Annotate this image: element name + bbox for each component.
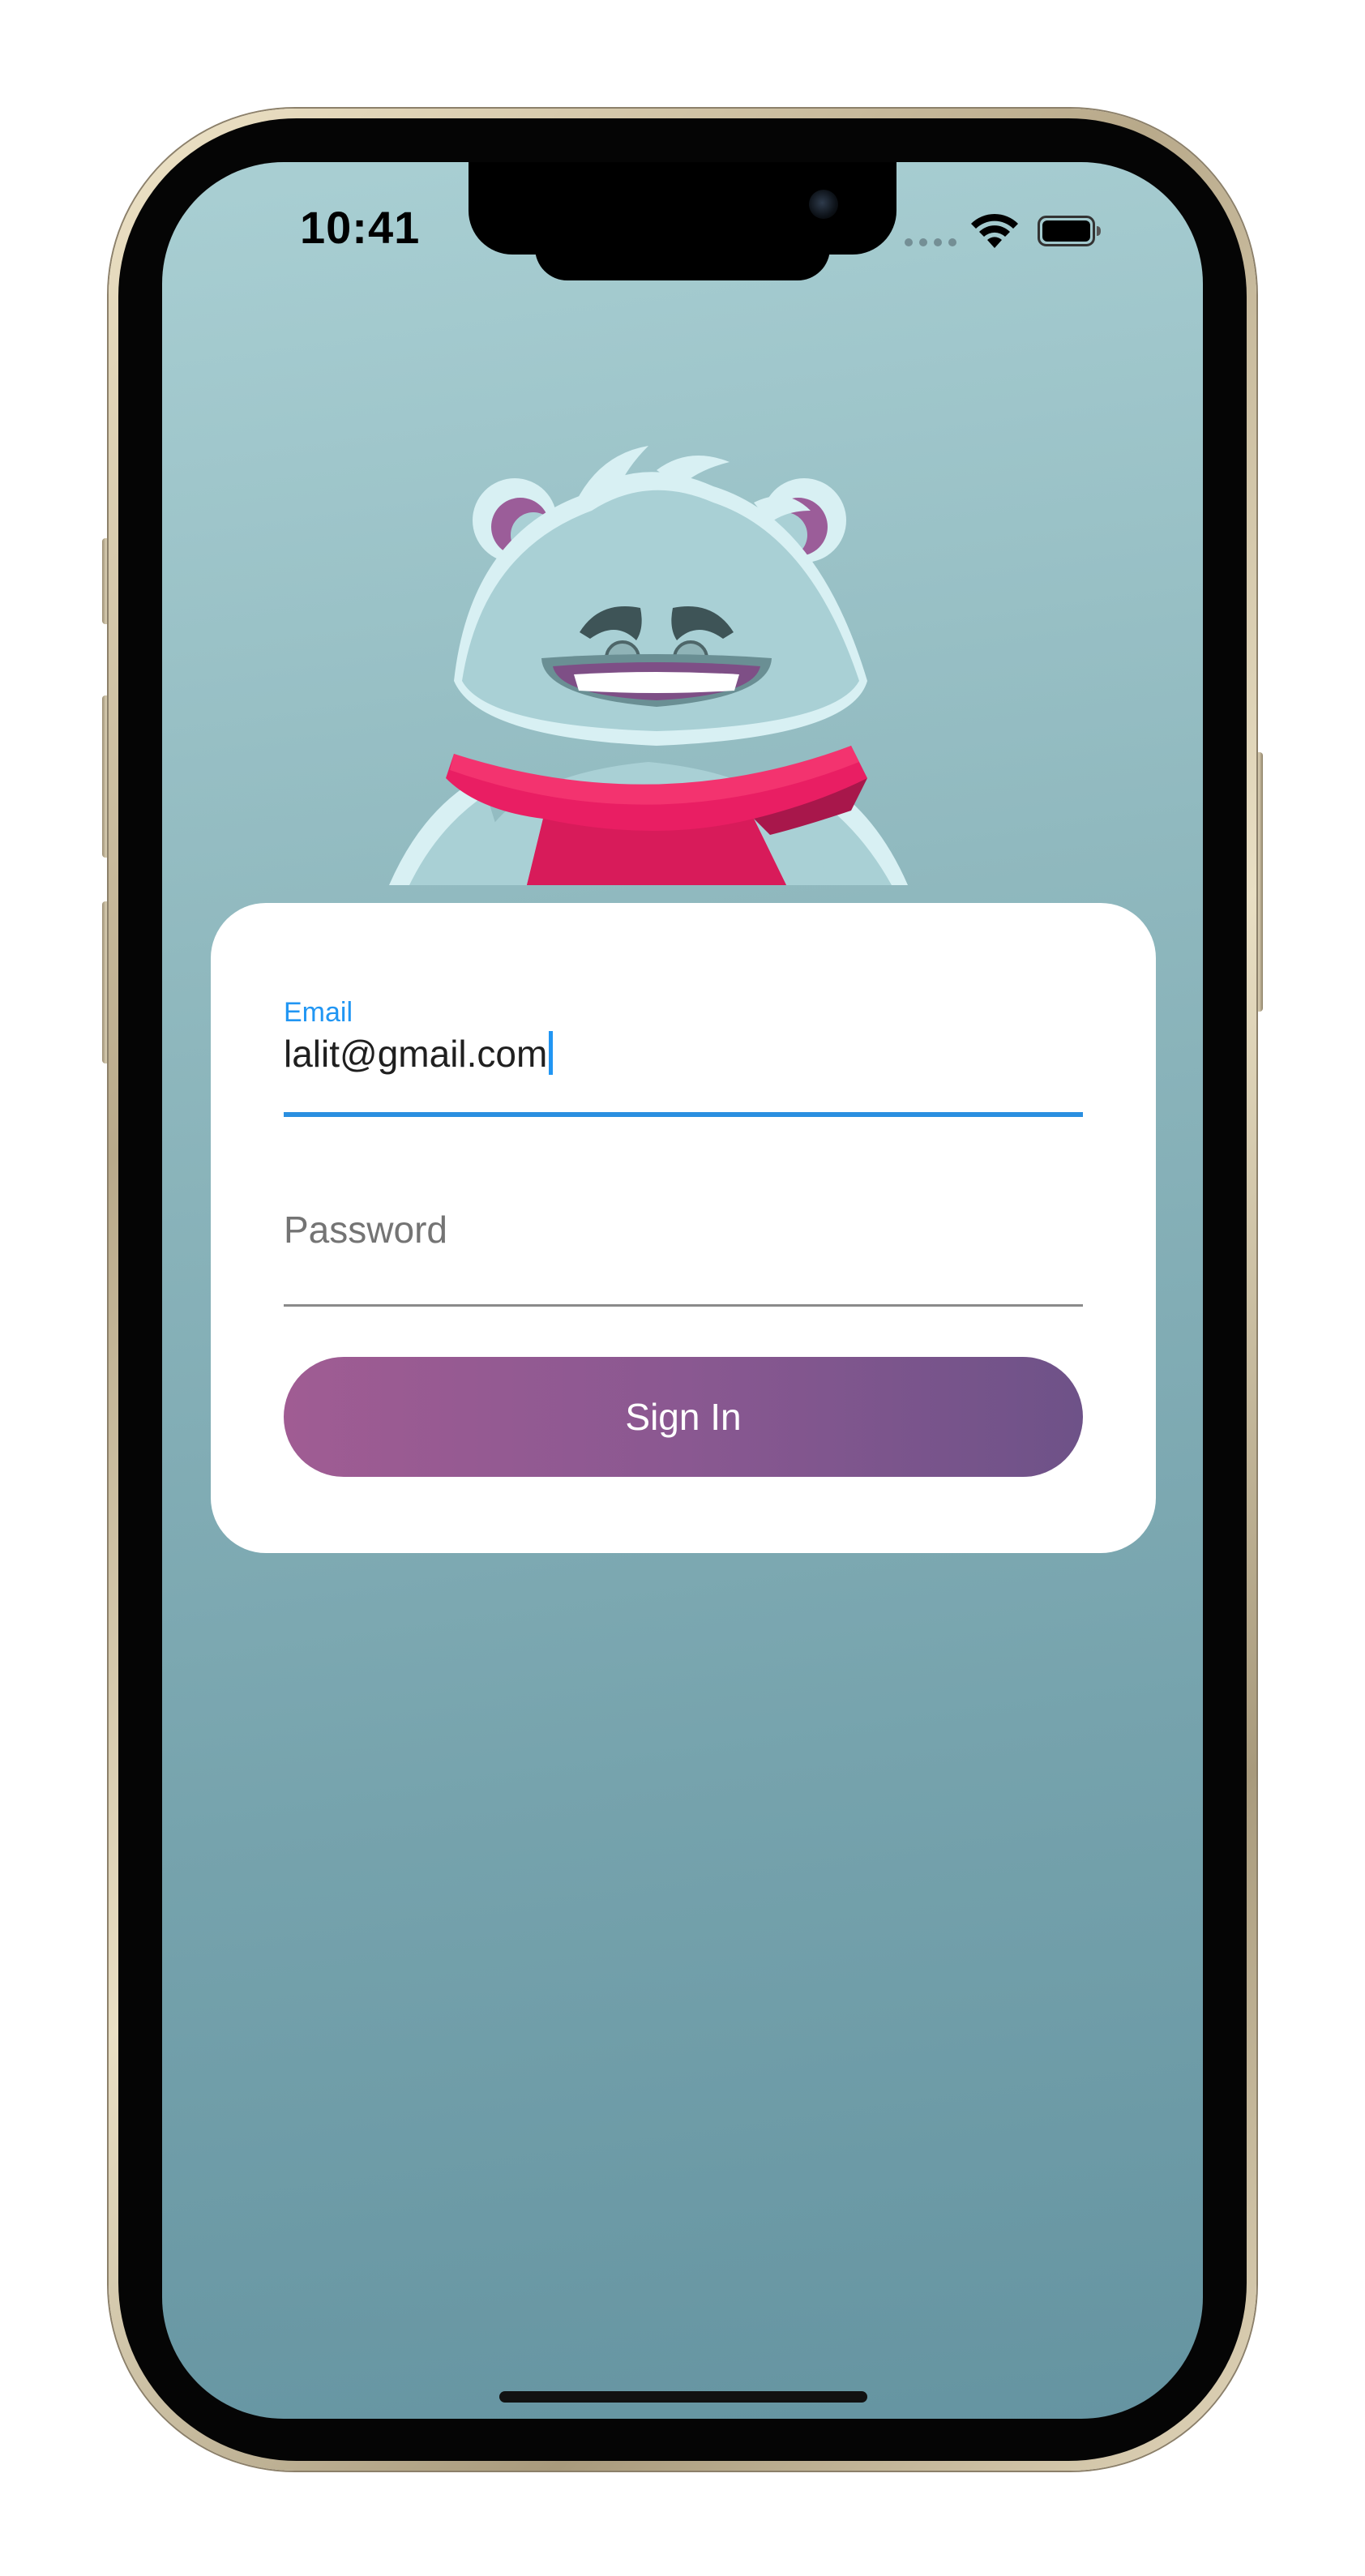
password-underline — [284, 1304, 1083, 1307]
text-caret — [549, 1031, 554, 1075]
sign-in-button[interactable]: Sign In — [284, 1357, 1083, 1477]
home-indicator[interactable] — [499, 2391, 867, 2403]
email-field[interactable]: Email lalit@gmail.com — [284, 997, 1083, 1117]
notch — [469, 162, 896, 255]
notch-sensor-housing — [535, 243, 830, 280]
app-screen: 10:41 Email lalit@gmail.com Password Sig… — [162, 162, 1203, 2419]
email-input[interactable]: lalit@gmail.com — [284, 1031, 554, 1076]
wifi-icon — [971, 213, 1018, 248]
password-field[interactable]: Password — [284, 1170, 1083, 1307]
password-input[interactable]: Password — [284, 1208, 447, 1252]
yeti-mascot — [389, 446, 908, 885]
email-underline — [284, 1112, 1083, 1117]
email-value: lalit@gmail.com — [284, 1033, 548, 1075]
battery-icon — [1038, 216, 1101, 246]
cellular-signal-icon — [905, 238, 956, 246]
email-label: Email — [284, 997, 353, 1028]
status-time: 10:41 — [300, 202, 421, 253]
phone-mockup: 10:41 Email lalit@gmail.com Password Sig… — [0, 0, 1365, 2576]
login-card: Email lalit@gmail.com Password Sign In — [211, 903, 1156, 1553]
front-camera — [809, 190, 838, 219]
